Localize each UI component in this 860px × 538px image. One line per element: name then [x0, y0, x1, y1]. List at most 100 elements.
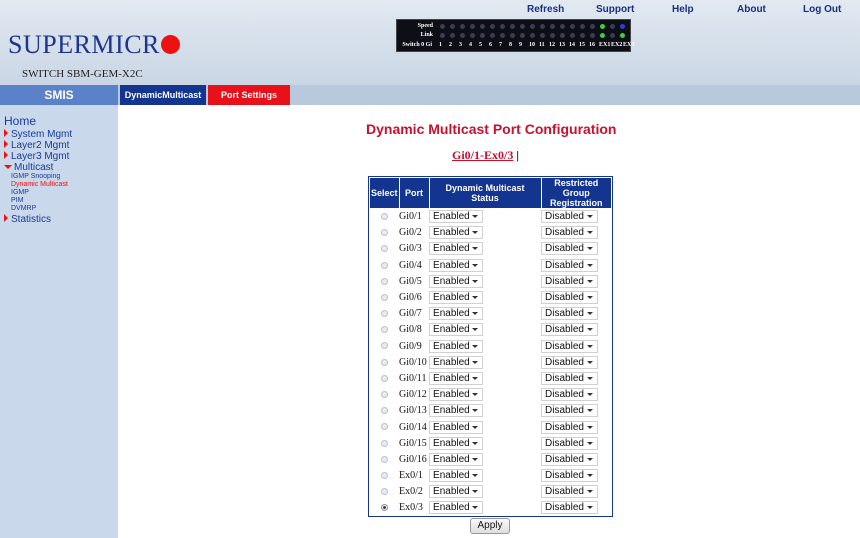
sidebar-item-layer3-mgmt[interactable]: Layer3 Mgmt — [4, 151, 69, 162]
port-select-radio[interactable] — [380, 326, 388, 334]
sidebar-item-statistics[interactable]: Statistics — [4, 214, 51, 225]
help-link[interactable]: Help — [672, 4, 694, 15]
select-cell — [370, 484, 400, 500]
link-led-row: Link — [397, 31, 632, 40]
port-select-radio[interactable] — [380, 504, 388, 512]
sidebar-sub-dynamic-multicast[interactable]: Dynamic Multicast — [11, 181, 68, 188]
port-name: Gi0/10 — [399, 356, 427, 368]
rgr-select[interactable]: Disabled — [541, 210, 599, 224]
dm-status-select[interactable]: Enabled — [429, 404, 484, 418]
port-select-radio[interactable] — [380, 293, 388, 301]
dm-status-select[interactable]: Enabled — [429, 226, 484, 240]
dm-status-select[interactable]: Enabled — [429, 210, 484, 224]
port-select-radio[interactable] — [380, 358, 388, 366]
port-select-radio[interactable] — [380, 407, 388, 415]
sidebar-item-multicast[interactable]: Multicast — [4, 162, 53, 173]
led-port-number: 9 — [519, 42, 522, 48]
rgr-select[interactable]: Disabled — [541, 388, 599, 402]
port-select-radio[interactable] — [380, 374, 388, 382]
dm-status-select[interactable]: Enabled — [429, 436, 484, 450]
rgr-select[interactable]: Disabled — [541, 404, 599, 418]
port-select-radio[interactable] — [380, 310, 388, 318]
tab-port-settings[interactable]: Port Settings — [208, 85, 290, 105]
sidebar-home-link[interactable]: Home — [4, 114, 36, 128]
dropdown-caret-icon — [472, 506, 479, 510]
sidebar-sub-igmp-snooping[interactable]: IGMP Snooping — [11, 173, 60, 180]
rgr-select[interactable]: Disabled — [541, 371, 599, 385]
rgr-select[interactable]: Disabled — [541, 436, 599, 450]
dm-status-select[interactable]: Enabled — [429, 355, 484, 369]
port-name: Gi0/8 — [399, 324, 422, 336]
about-link[interactable]: About — [737, 4, 766, 15]
rgr-select[interactable]: Disabled — [541, 307, 599, 321]
dm-status-cell: Enabled — [429, 370, 541, 386]
dropdown-caret-icon — [587, 474, 594, 478]
rgr-select[interactable]: Disabled — [541, 501, 599, 515]
dm-status-select[interactable]: Enabled — [429, 501, 484, 515]
port-select-radio[interactable] — [380, 277, 388, 285]
rgr-select[interactable]: Disabled — [541, 452, 599, 466]
rgr-select[interactable]: Disabled — [541, 355, 599, 369]
smis-tab[interactable]: SMIS — [0, 85, 118, 105]
logout-link[interactable]: Log Out — [803, 4, 841, 15]
port-select-radio[interactable] — [380, 229, 388, 237]
dm-status-select[interactable]: Enabled — [429, 274, 484, 288]
port-name: Gi0/5 — [399, 275, 422, 287]
port-select-radio[interactable] — [380, 439, 388, 447]
port-select-radio[interactable] — [380, 423, 388, 431]
support-link[interactable]: Support — [596, 4, 634, 15]
rgr-select[interactable]: Disabled — [541, 469, 599, 483]
port-range-link[interactable]: Gi0/1-Ex0/3 — [452, 148, 513, 162]
rgr-select[interactable]: Disabled — [541, 242, 599, 256]
dm-status-select[interactable]: Enabled — [429, 258, 484, 272]
rgr-value: Disabled — [545, 437, 584, 449]
dm-status-select[interactable]: Enabled — [429, 469, 484, 483]
dm-status-select[interactable]: Enabled — [429, 420, 484, 434]
port-select-radio[interactable] — [380, 455, 388, 463]
sidebar-sub-dvmrp[interactable]: DVMRP — [11, 205, 36, 212]
sidebar-sub-igmp[interactable]: IGMP — [11, 189, 29, 196]
dm-status-select[interactable]: Enabled — [429, 291, 484, 305]
dropdown-caret-icon — [587, 376, 594, 380]
rgr-cell: Disabled — [541, 370, 611, 386]
rgr-select[interactable]: Disabled — [541, 339, 599, 353]
rgr-select[interactable]: Disabled — [541, 323, 599, 337]
dm-status-select[interactable]: Enabled — [429, 388, 484, 402]
rgr-cell: Disabled — [541, 354, 611, 370]
dm-status-value: Enabled — [433, 308, 470, 320]
apply-button[interactable]: Apply — [470, 518, 510, 534]
speed-led-3 — [460, 24, 465, 29]
rgr-select[interactable]: Disabled — [541, 291, 599, 305]
sidebar-item-system-mgmt[interactable]: System Mgmt — [4, 129, 72, 140]
port-select-radio[interactable] — [380, 488, 388, 496]
dm-status-select[interactable]: Enabled — [429, 485, 484, 499]
dm-status-select[interactable]: Enabled — [429, 307, 484, 321]
dropdown-caret-icon — [587, 312, 594, 316]
dm-status-select[interactable]: Enabled — [429, 323, 484, 337]
port-select-radio[interactable] — [380, 471, 388, 479]
port-select-radio[interactable] — [380, 261, 388, 269]
select-cell — [370, 403, 400, 419]
dm-status-select[interactable]: Enabled — [429, 242, 484, 256]
table-row: Gi0/4 Enabled Disabled — [370, 257, 612, 273]
port-select-radio[interactable] — [380, 391, 388, 399]
port-select-radio[interactable] — [380, 342, 388, 350]
rgr-select[interactable]: Disabled — [541, 226, 599, 240]
refresh-link[interactable]: Refresh — [527, 4, 564, 15]
dm-status-select[interactable]: Enabled — [429, 452, 484, 466]
rgr-select[interactable]: Disabled — [541, 485, 599, 499]
link-led-2 — [450, 33, 455, 38]
port-select-radio[interactable] — [380, 245, 388, 253]
port-select-radio[interactable] — [380, 213, 388, 221]
table-row: Gi0/3 Enabled Disabled — [370, 241, 612, 257]
sidebar-item-layer2-mgmt[interactable]: Layer2 Mgmt — [4, 140, 69, 151]
rgr-select[interactable]: Disabled — [541, 420, 599, 434]
dm-status-select[interactable]: Enabled — [429, 339, 484, 353]
port-name: Ex0/1 — [399, 470, 423, 482]
speed-led-16 — [590, 24, 595, 29]
rgr-select[interactable]: Disabled — [541, 274, 599, 288]
sidebar-sub-pim[interactable]: PIM — [11, 197, 23, 204]
tab-dynamic-multicast[interactable]: DynamicMulticast — [120, 85, 206, 105]
rgr-select[interactable]: Disabled — [541, 258, 599, 272]
dm-status-select[interactable]: Enabled — [429, 371, 484, 385]
